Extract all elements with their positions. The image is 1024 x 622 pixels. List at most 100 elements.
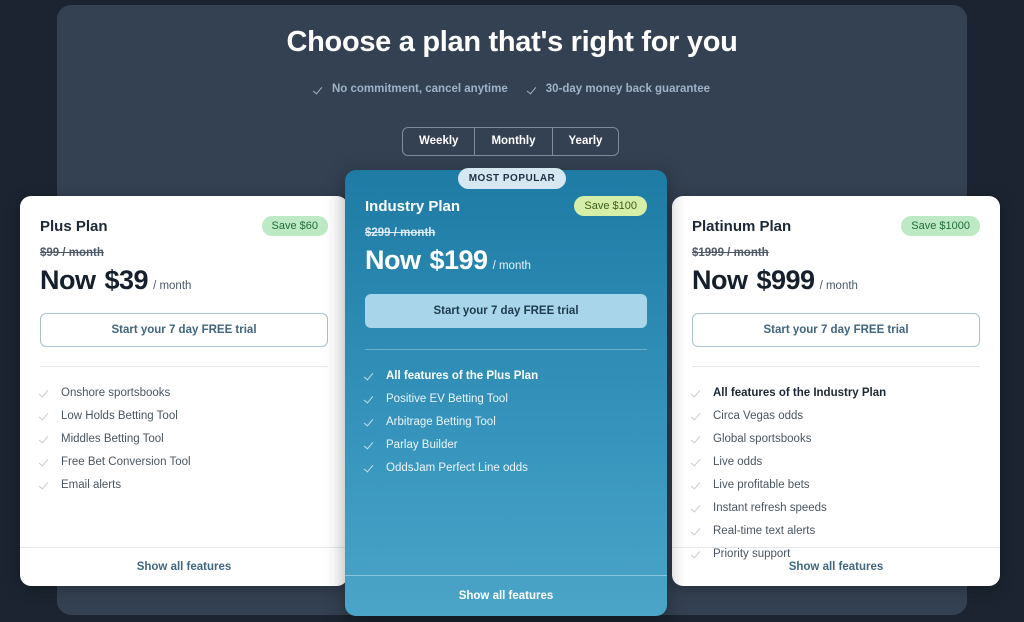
plan-header: Platinum Plan Save $1000 (692, 216, 980, 236)
price-period: / month (492, 260, 531, 272)
check-icon (40, 479, 51, 490)
check-icon (40, 456, 51, 467)
show-all-features-link[interactable]: Show all features (672, 547, 1000, 586)
feature-label: Real-time text alerts (713, 524, 816, 537)
list-item: Middles Betting Tool (40, 427, 328, 450)
check-icon (40, 410, 51, 421)
list-item: Real-time text alerts (692, 519, 980, 542)
check-icon (692, 433, 703, 444)
subpoint-label: 30-day money back guarantee (545, 83, 710, 95)
feature-label: Instant refresh speeds (713, 501, 827, 514)
most-popular-badge: MOST POPULAR (458, 168, 566, 189)
check-icon (365, 439, 376, 450)
plan-card-industry[interactable]: Industry Plan Save $100 $299 / month Now… (345, 170, 667, 616)
price-period: / month (819, 280, 858, 292)
list-item: Email alerts (40, 473, 328, 496)
check-icon (40, 387, 51, 398)
check-icon (692, 387, 703, 398)
plan-name: Plus Plan (40, 217, 108, 235)
plan-name: Industry Plan (365, 197, 461, 215)
original-price: $299 / month (365, 227, 436, 239)
list-item: Instant refresh speeds (692, 496, 980, 519)
check-icon (692, 479, 703, 490)
check-icon (365, 462, 376, 473)
list-item: Positive EV Betting Tool (365, 387, 647, 410)
plan-name: Platinum Plan (692, 217, 792, 235)
list-item: Onshore sportsbooks (40, 381, 328, 404)
list-item: All features of the Industry Plan (692, 381, 980, 404)
current-price-row: Now $39 / month (40, 265, 328, 296)
original-price: $99 / month (40, 247, 104, 259)
list-item: Arbitrage Betting Tool (365, 410, 647, 433)
check-icon (314, 84, 325, 95)
plan-card-platinum[interactable]: Platinum Plan Save $1000 $1999 / month N… (672, 196, 1000, 586)
list-item: Free Bet Conversion Tool (40, 450, 328, 473)
billing-option-monthly[interactable]: Monthly (475, 128, 553, 155)
start-trial-button[interactable]: Start your 7 day FREE trial (692, 313, 980, 347)
feature-label: Middles Betting Tool (61, 432, 164, 445)
list-item: Live profitable bets (692, 473, 980, 496)
list-item: Global sportsbooks (692, 427, 980, 450)
list-item: All features of the Plus Plan (365, 364, 647, 387)
plan-card-plus[interactable]: Plus Plan Save $60 $99 / month Now $39 /… (20, 196, 348, 586)
card-divider (40, 366, 328, 367)
plan-card-body: Industry Plan Save $100 $299 / month Now… (345, 170, 667, 350)
save-badge: Save $60 (261, 216, 328, 236)
check-icon (365, 416, 376, 427)
page-title: Choose a plan that's right for you (286, 26, 738, 58)
feature-label: All features of the Plus Plan (386, 369, 539, 382)
feature-label: Arbitrage Betting Tool (386, 415, 496, 428)
billing-option-yearly[interactable]: Yearly (553, 128, 619, 155)
feature-list: All features of the Industry Plan Circa … (672, 367, 1000, 565)
plan-card-body: Platinum Plan Save $1000 $1999 / month N… (672, 196, 1000, 367)
list-item: Live odds (692, 450, 980, 473)
billing-period-toggle[interactable]: Weekly Monthly Yearly (402, 127, 620, 156)
card-divider (692, 366, 980, 367)
list-item: Parlay Builder (365, 433, 647, 456)
check-icon (40, 433, 51, 444)
feature-label: Circa Vegas odds (713, 409, 804, 422)
feature-label: Low Holds Betting Tool (61, 409, 178, 422)
feature-label: Live odds (713, 455, 763, 468)
plan-card-body: Plus Plan Save $60 $99 / month Now $39 /… (20, 196, 348, 367)
check-icon (365, 393, 376, 404)
check-icon (365, 370, 376, 381)
list-item: OddsJam Perfect Line odds (365, 456, 647, 479)
subpoint-money-back: 30-day money back guarantee (528, 83, 710, 95)
plan-header: Industry Plan Save $100 (365, 196, 647, 216)
subpoint-label: No commitment, cancel anytime (331, 83, 508, 95)
billing-option-weekly[interactable]: Weekly (403, 128, 476, 155)
check-icon (692, 525, 703, 536)
feature-label: OddsJam Perfect Line odds (386, 461, 528, 474)
price-now-label: Now (40, 265, 96, 295)
feature-label: Parlay Builder (386, 438, 458, 451)
check-icon (528, 84, 539, 95)
price-amount: $999 (756, 265, 816, 295)
feature-label: Free Bet Conversion Tool (61, 455, 191, 468)
save-badge: Save $100 (574, 196, 647, 216)
plan-header: Plus Plan Save $60 (40, 216, 328, 236)
feature-label: Global sportsbooks (713, 432, 812, 445)
feature-label: All features of the Industry Plan (713, 386, 887, 399)
subpoint-no-commitment: No commitment, cancel anytime (314, 83, 508, 95)
check-icon (692, 456, 703, 467)
show-all-features-link[interactable]: Show all features (20, 547, 348, 586)
save-badge: Save $1000 (901, 216, 980, 236)
original-price: $1999 / month (692, 247, 769, 259)
price-now-label: Now (365, 245, 421, 275)
header-subpoints: No commitment, cancel anytime 30-day mon… (0, 83, 1024, 95)
price-amount: $39 (104, 265, 149, 295)
card-divider (365, 349, 647, 350)
check-icon (692, 410, 703, 421)
start-trial-button[interactable]: Start your 7 day FREE trial (40, 313, 328, 347)
list-item: Circa Vegas odds (692, 404, 980, 427)
feature-label: Email alerts (61, 478, 122, 491)
show-all-features-link[interactable]: Show all features (345, 575, 667, 616)
feature-list: All features of the Plus Plan Positive E… (345, 350, 667, 479)
feature-label: Live profitable bets (713, 478, 810, 491)
price-period: / month (153, 280, 192, 292)
feature-label: Positive EV Betting Tool (386, 392, 508, 405)
list-item: Low Holds Betting Tool (40, 404, 328, 427)
start-trial-button[interactable]: Start your 7 day FREE trial (365, 294, 647, 328)
price-now-label: Now (692, 265, 748, 295)
